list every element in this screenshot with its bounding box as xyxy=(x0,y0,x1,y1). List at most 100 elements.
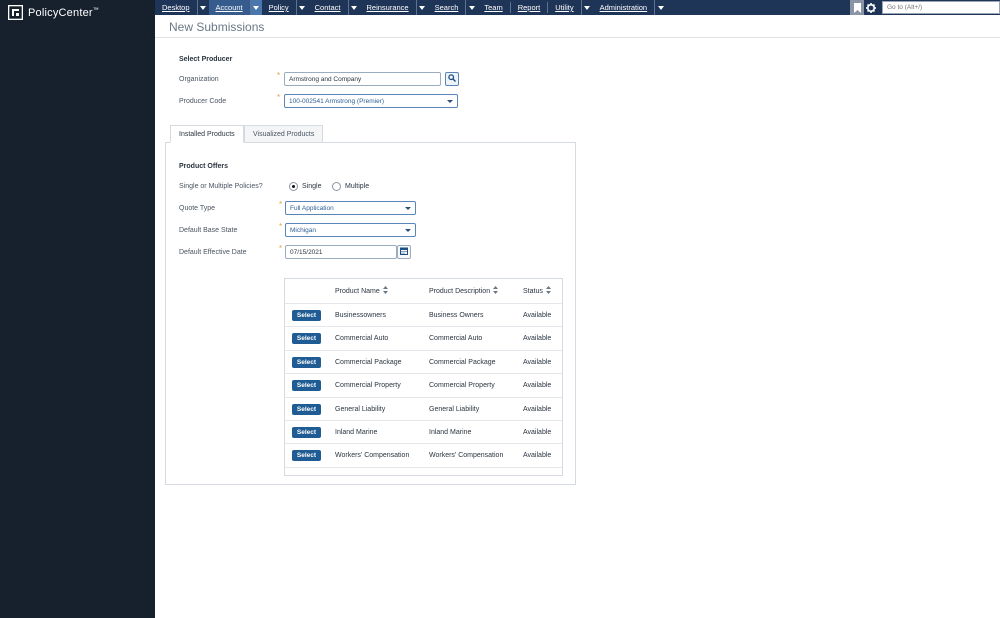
chevron-down-icon[interactable] xyxy=(580,0,593,15)
nav-item-utility[interactable]: Utility xyxy=(548,0,592,15)
nav-item-contact[interactable]: Contact xyxy=(308,0,360,15)
product-description-cell: Commercial Package xyxy=(429,358,496,366)
organization-search-button[interactable] xyxy=(445,72,459,86)
page-title: New Submissions xyxy=(169,20,265,34)
status-cell: Available xyxy=(523,358,552,366)
calendar-icon xyxy=(400,247,408,257)
effective-date-input[interactable]: 07/15/2021 xyxy=(285,245,397,259)
nav-item-desktop[interactable]: Desktop xyxy=(155,0,209,15)
search-icon xyxy=(448,74,456,84)
app-logo[interactable]: PolicyCenter™ xyxy=(8,5,99,20)
chevron-down-icon xyxy=(405,228,411,232)
chevron-down-icon[interactable] xyxy=(347,0,360,15)
nav-item-search[interactable]: Search xyxy=(428,0,478,15)
chevron-down-icon[interactable] xyxy=(295,0,308,15)
tab-visualized-products[interactable]: Visualized Products xyxy=(244,125,324,143)
required-marker: * xyxy=(279,200,283,209)
single-radio-label: Single xyxy=(302,183,322,190)
producer-code-label: Producer Code xyxy=(179,98,227,105)
select-product-button[interactable]: Select xyxy=(292,310,321,321)
nav-item-label[interactable]: Account xyxy=(209,3,250,12)
table-row-divider xyxy=(285,466,562,468)
column-header-label: Status xyxy=(523,287,543,295)
nav-item-label[interactable]: Reinsurance xyxy=(360,3,416,12)
producer-code-select[interactable]: 100-002541 Armstrong (Premier) xyxy=(284,94,458,108)
product-name-cell: Commercial Auto xyxy=(335,335,389,343)
nav-item-label[interactable]: Search xyxy=(428,3,466,12)
status-cell: Available xyxy=(523,312,552,319)
quote-type-select[interactable]: Full Application xyxy=(285,201,416,215)
effective-date-label: Default Effective Date xyxy=(179,249,247,256)
goto-input[interactable] xyxy=(882,1,1000,14)
base-state-value: Michigan xyxy=(290,226,317,234)
policies-label: Single or Multiple Policies? xyxy=(179,183,263,190)
status-cell: Available xyxy=(523,382,552,390)
gear-icon[interactable] xyxy=(864,0,878,15)
base-state-select[interactable]: Michigan xyxy=(285,223,416,237)
guidewire-logo-icon xyxy=(8,5,23,20)
product-name-cell: Workers' Compensation xyxy=(335,452,410,460)
sort-icon xyxy=(493,286,499,296)
organization-input[interactable]: Armstrong and Company xyxy=(284,72,441,86)
product-name-cell: Inland Marine xyxy=(335,429,378,436)
table-row: Select Inland Marine Inland Marine Availabl… xyxy=(285,420,562,444)
nav-item-team[interactable]: Team xyxy=(477,0,509,15)
table-row: Select Workers' Compensation Workers' Comp… xyxy=(285,443,562,467)
select-product-button[interactable]: Select xyxy=(292,356,321,368)
app-trademark: ™ xyxy=(92,6,99,13)
select-product-button[interactable]: Select xyxy=(292,450,321,462)
product-name-cell: Commercial Property xyxy=(335,382,401,390)
product-description-cell: Workers' Compensation xyxy=(429,452,504,460)
select-product-button[interactable]: Select xyxy=(292,333,321,345)
multiple-radio[interactable] xyxy=(332,182,341,191)
single-radio[interactable] xyxy=(289,182,298,191)
status-cell: Available xyxy=(523,452,552,460)
column-header-product-name[interactable]: Product Name xyxy=(335,279,388,303)
bookmark-icon[interactable] xyxy=(850,0,864,15)
nav-item-report[interactable]: Report xyxy=(511,0,548,15)
nav-item-label[interactable]: Report xyxy=(511,3,548,12)
nav-item-reinsurance[interactable]: Reinsurance xyxy=(360,0,428,15)
select-product-button[interactable]: Select xyxy=(292,427,321,438)
chevron-down-icon[interactable] xyxy=(196,0,209,15)
product-name-cell: Commercial Package xyxy=(335,358,402,366)
table-row: Select Businessowners Business Owners Avail… xyxy=(285,303,562,327)
nav-item-policy[interactable]: Policy xyxy=(262,0,308,15)
nav-item-administration[interactable]: Administration xyxy=(593,0,667,15)
left-sidebar: PolicyCenter™ xyxy=(0,0,155,618)
chevron-down-icon[interactable] xyxy=(465,0,477,15)
column-header-status[interactable]: Status xyxy=(523,279,551,303)
chevron-down-icon[interactable] xyxy=(415,0,428,15)
select-product-button[interactable]: Select xyxy=(292,380,321,392)
column-header-product-description[interactable]: Product Description xyxy=(429,279,499,303)
nav-item-label[interactable]: Utility xyxy=(548,3,580,12)
nav-item-label[interactable]: Policy xyxy=(262,3,296,12)
title-divider xyxy=(155,37,1000,38)
table-row: Select General Liability General Liability… xyxy=(285,396,562,421)
producer-code-value: 100-002541 Armstrong (Premier) xyxy=(289,97,385,105)
chevron-down-icon[interactable] xyxy=(249,0,262,15)
sort-icon xyxy=(545,286,551,296)
chevron-down-icon[interactable] xyxy=(654,0,666,15)
select-product-button[interactable]: Select xyxy=(292,403,321,415)
required-marker: * xyxy=(279,222,283,231)
date-picker-button[interactable] xyxy=(397,245,411,259)
nav-item-label[interactable]: Team xyxy=(477,3,509,12)
nav-item-label[interactable]: Desktop xyxy=(155,3,197,12)
nav-item-account[interactable]: Account xyxy=(208,0,262,15)
product-description-cell: Business Owners xyxy=(429,312,484,319)
product-name-cell: General Liability xyxy=(335,405,386,413)
product-name-cell: Businessowners xyxy=(335,312,386,319)
column-header-label: Product Name xyxy=(335,287,380,295)
tab-installed-products[interactable]: Installed Products xyxy=(170,125,244,143)
nav-item-label[interactable]: Contact xyxy=(308,3,348,12)
sort-icon xyxy=(382,286,388,296)
select-producer-heading: Select Producer xyxy=(179,56,233,63)
quote-type-label: Quote Type xyxy=(179,205,216,212)
status-cell: Available xyxy=(523,335,552,343)
status-cell: Available xyxy=(523,429,552,436)
nav-item-label[interactable]: Administration xyxy=(593,3,655,12)
column-header-label: Product Description xyxy=(429,287,491,295)
product-offers-heading: Product Offers xyxy=(179,163,229,170)
table-row: Select Commercial Property Commercial Prop… xyxy=(285,373,562,397)
